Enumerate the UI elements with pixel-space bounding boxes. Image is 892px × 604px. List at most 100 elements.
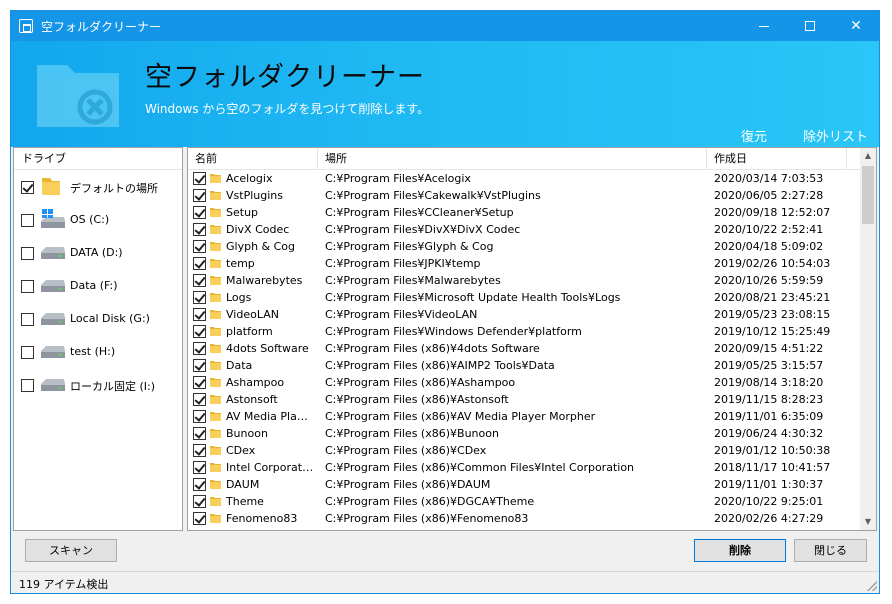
drive-item[interactable]: DATA (D:) <box>14 236 182 269</box>
folder-icon <box>210 224 221 234</box>
title-bar[interactable]: 空フォルダクリーナー ✕ <box>11 11 879 41</box>
folder-icon <box>210 360 221 370</box>
column-header-path[interactable]: 場所 <box>318 148 707 170</box>
row-checkbox[interactable] <box>193 410 206 423</box>
delete-button[interactable]: 削除 <box>694 539 786 562</box>
table-row[interactable]: Setup C:¥Program Files¥CCleaner¥Setup 2020… <box>188 204 860 221</box>
folder-path: C:¥Program Files (x86)¥Ashampoo <box>325 376 516 389</box>
table-row[interactable]: 4dots Software C:¥Program Files (x86)¥4do… <box>188 340 860 357</box>
drive-icon <box>40 274 66 296</box>
folder-name: Data <box>226 359 253 372</box>
folder-path: C:¥Program Files (x86)¥AV Media Player M… <box>325 410 596 423</box>
folder-name: AV Media Playe... <box>226 410 314 423</box>
row-checkbox[interactable] <box>193 172 206 185</box>
folder-created-date: 2020/10/22 9:25:01 <box>714 495 824 508</box>
close-button[interactable]: 閉じる <box>794 539 867 562</box>
folder-path: C:¥Program Files¥CCleaner¥Setup <box>325 206 514 219</box>
drive-checkbox[interactable] <box>21 214 34 227</box>
table-row[interactable]: Ashampoo C:¥Program Files (x86)¥Ashampoo 2… <box>188 374 860 391</box>
folder-created-date: 2020/10/22 2:52:41 <box>714 223 824 236</box>
folder-created-date: 2020/04/18 5:09:02 <box>714 240 824 253</box>
table-row[interactable]: Intel Corporation C:¥Program Files (x86)¥… <box>188 459 860 476</box>
column-header-name[interactable]: 名前 <box>188 148 318 170</box>
row-checkbox[interactable] <box>193 478 206 491</box>
scan-button[interactable]: スキャン <box>25 539 117 562</box>
close-window-button[interactable]: ✕ <box>833 11 879 41</box>
table-row[interactable]: Data C:¥Program Files (x86)¥AIMP2 Tools¥D… <box>188 357 860 374</box>
row-checkbox[interactable] <box>193 427 206 440</box>
table-row[interactable]: temp C:¥Program Files¥JPKI¥temp 2019/02/26… <box>188 255 860 272</box>
table-row[interactable]: DivX Codec C:¥Program Files¥DivX¥DivX Cod… <box>188 221 860 238</box>
minimize-button[interactable] <box>741 11 787 41</box>
row-checkbox[interactable] <box>193 359 206 372</box>
table-row[interactable]: Astonsoft C:¥Program Files (x86)¥Astonsof… <box>188 391 860 408</box>
row-checkbox[interactable] <box>193 444 206 457</box>
drive-checkbox[interactable] <box>21 280 34 293</box>
drive-item[interactable]: Data (F:) <box>14 269 182 302</box>
folder-name: temp <box>226 257 255 270</box>
drive-item[interactable]: ローカル固定 (I:) <box>14 368 182 401</box>
windows-drive-icon <box>40 208 66 230</box>
table-row[interactable]: platform C:¥Program Files¥Windows Defende… <box>188 323 860 340</box>
resize-grip-icon[interactable] <box>867 581 877 591</box>
scrollbar-thumb[interactable] <box>862 166 874 224</box>
drive-checkbox[interactable] <box>21 247 34 260</box>
table-row[interactable]: VstPlugins C:¥Program Files¥Cakewalk¥VstP… <box>188 187 860 204</box>
table-row[interactable]: DAUM C:¥Program Files (x86)¥DAUM 2019/11/0… <box>188 476 860 493</box>
row-checkbox[interactable] <box>193 495 206 508</box>
folder-path: C:¥Program Files (x86)¥Bunoon <box>325 427 499 440</box>
folder-path: C:¥Program Files (x86)¥Astonsoft <box>325 393 509 406</box>
drive-header: ドライブ <box>14 148 182 170</box>
folder-icon <box>210 258 221 268</box>
folder-path: C:¥Program Files (x86)¥DAUM <box>325 478 491 491</box>
drive-item[interactable]: Local Disk (G:) <box>14 302 182 335</box>
row-checkbox[interactable] <box>193 257 206 270</box>
table-row[interactable]: Malwarebytes C:¥Program Files¥Malwarebyte… <box>188 272 860 289</box>
row-checkbox[interactable] <box>193 376 206 389</box>
row-checkbox[interactable] <box>193 206 206 219</box>
row-checkbox[interactable] <box>193 189 206 202</box>
row-checkbox[interactable] <box>193 342 206 355</box>
table-row[interactable]: Fenomeno83 C:¥Program Files (x86)¥Fenomen… <box>188 510 860 527</box>
folder-icon <box>210 292 221 302</box>
drive-checkbox[interactable] <box>21 181 34 194</box>
scroll-up-icon[interactable]: ▲ <box>860 148 876 164</box>
row-checkbox[interactable] <box>193 223 206 236</box>
drive-checkbox[interactable] <box>21 379 34 392</box>
drive-item[interactable]: test (H:) <box>14 335 182 368</box>
table-row[interactable]: Bunoon C:¥Program Files (x86)¥Bunoon 2019/… <box>188 425 860 442</box>
column-header-date[interactable]: 作成日 <box>707 148 847 170</box>
exclude-list-link[interactable]: 除外リスト <box>803 126 868 145</box>
row-checkbox[interactable] <box>193 291 206 304</box>
app-icon <box>19 19 33 33</box>
row-checkbox[interactable] <box>193 240 206 253</box>
restore-link[interactable]: 復元 <box>741 126 767 145</box>
drive-icon <box>40 373 66 395</box>
vertical-scrollbar[interactable]: ▲ ▼ <box>860 148 876 530</box>
folder-created-date: 2020/10/26 5:59:59 <box>714 274 824 287</box>
drive-item[interactable]: OS (C:) <box>14 203 182 236</box>
table-row[interactable]: Logs C:¥Program Files¥Microsoft Update He… <box>188 289 860 306</box>
row-checkbox[interactable] <box>193 308 206 321</box>
row-checkbox[interactable] <box>193 393 206 406</box>
folder-name: Theme <box>226 495 264 508</box>
table-row[interactable]: CDex C:¥Program Files (x86)¥CDex 2019/01/1… <box>188 442 860 459</box>
drive-label: OS (C:) <box>70 213 110 226</box>
folder-icon <box>210 275 221 285</box>
table-row[interactable]: AV Media Playe... C:¥Program Files (x86)¥… <box>188 408 860 425</box>
table-row[interactable]: VideoLAN C:¥Program Files¥VideoLAN 2019/05… <box>188 306 860 323</box>
table-row[interactable]: Theme C:¥Program Files (x86)¥DGCA¥Theme 20… <box>188 493 860 510</box>
table-row[interactable]: Acelogix C:¥Program Files¥Acelogix 2020/03… <box>188 170 860 187</box>
row-checkbox[interactable] <box>193 274 206 287</box>
scroll-down-icon[interactable]: ▼ <box>860 514 876 530</box>
folder-created-date: 2019/08/14 3:18:20 <box>714 376 824 389</box>
drive-checkbox[interactable] <box>21 346 34 359</box>
drive-label: デフォルトの場所 <box>70 182 158 195</box>
drive-checkbox[interactable] <box>21 313 34 326</box>
maximize-button[interactable] <box>787 11 833 41</box>
row-checkbox[interactable] <box>193 461 206 474</box>
row-checkbox[interactable] <box>193 512 206 525</box>
drive-item[interactable]: デフォルトの場所 <box>14 170 182 203</box>
table-row[interactable]: Glyph & Cog C:¥Program Files¥Glyph & Cog 2… <box>188 238 860 255</box>
row-checkbox[interactable] <box>193 325 206 338</box>
